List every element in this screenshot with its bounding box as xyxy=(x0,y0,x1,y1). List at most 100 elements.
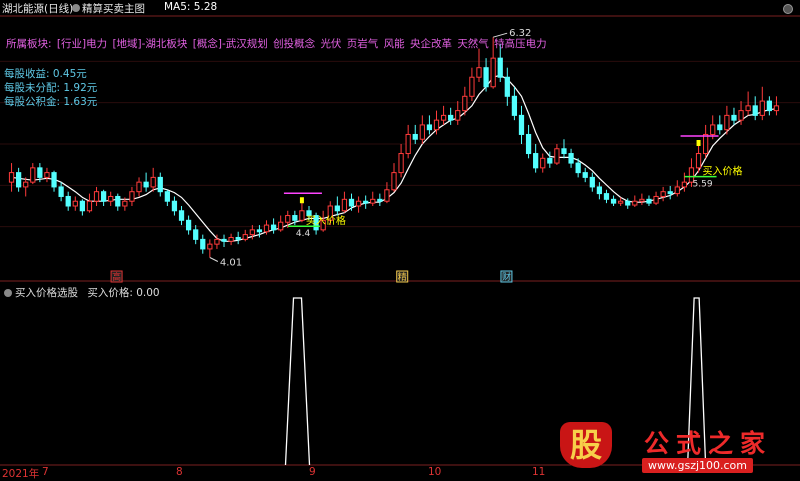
candle-body xyxy=(632,200,638,206)
low-pointer xyxy=(209,257,219,262)
candle-body xyxy=(44,172,50,178)
logo-badge: 股 xyxy=(560,422,612,468)
subpane-title: 买入价格选股 买入价格: 0.00 xyxy=(4,285,160,300)
candle-body xyxy=(65,195,71,207)
candle-body xyxy=(710,124,716,135)
candle-body xyxy=(72,200,78,207)
candle-body xyxy=(8,172,15,183)
candle-body xyxy=(171,200,178,212)
event-marker-label: 精 xyxy=(398,271,407,283)
candle-body xyxy=(136,181,142,193)
candle-body xyxy=(122,200,128,207)
candle-body xyxy=(412,133,418,140)
candle-body xyxy=(738,110,744,121)
candle-body xyxy=(185,219,192,231)
buy-marker xyxy=(299,197,304,204)
candle-body xyxy=(363,200,369,204)
candle-body xyxy=(540,157,546,169)
candle-body xyxy=(703,133,709,155)
candle-body xyxy=(143,181,149,188)
x-axis-month: 11 xyxy=(532,466,546,478)
candle-body xyxy=(270,224,277,231)
candle-body xyxy=(178,210,185,221)
candle-body xyxy=(731,114,737,121)
candle-body xyxy=(547,157,553,164)
candle-body xyxy=(129,191,135,202)
x-axis-month: 9 xyxy=(309,466,316,478)
candle-body xyxy=(405,133,411,155)
candle-body xyxy=(355,200,362,207)
candle-body xyxy=(242,234,248,240)
ma5-line xyxy=(11,74,777,242)
candle-body xyxy=(582,172,588,178)
candle-body xyxy=(108,195,114,202)
indicator-name: 精算买卖主图 xyxy=(82,3,145,15)
logo-name: 公式之家 xyxy=(644,429,773,458)
buy-signal-spike xyxy=(284,297,311,466)
candle-body xyxy=(426,124,433,131)
candle-body xyxy=(193,229,199,240)
candle-body xyxy=(603,193,610,200)
sector-item: 央企改革 xyxy=(409,38,452,50)
candle-body xyxy=(306,210,312,217)
watermark-logo: 股 公式之家 www.gszj100.com xyxy=(560,422,792,474)
candle-body xyxy=(299,210,305,221)
candle-body xyxy=(660,191,666,197)
candle-body xyxy=(30,167,36,183)
candle-body xyxy=(398,153,404,174)
buy-price-label: 买入价格 xyxy=(306,214,346,227)
candle-body xyxy=(625,200,631,206)
settings-icon[interactable] xyxy=(72,4,80,12)
sector-item: 天然气 xyxy=(457,38,489,50)
sector-item: [地域]-湖北板块 xyxy=(112,38,188,50)
reserve-stat: 每股公积金: 1.63元 xyxy=(4,96,98,108)
candle-body xyxy=(759,100,765,116)
settings-icon[interactable] xyxy=(4,289,12,297)
candle-body xyxy=(504,76,510,97)
candle-body xyxy=(348,198,355,207)
undistributed-stat: 每股未分配: 1.92元 xyxy=(4,82,98,94)
buy-price-value: 买入价格: 0.00 xyxy=(87,287,160,299)
sector-item: 页岩气 xyxy=(346,38,379,50)
candle-body xyxy=(207,243,213,250)
candle-body xyxy=(150,176,156,188)
candle-body xyxy=(51,172,57,188)
subpane-indicator-name: 买入价格选股 xyxy=(15,287,78,299)
event-marker-label: 高 xyxy=(112,271,121,283)
candle-body xyxy=(37,167,43,178)
candle-body xyxy=(263,224,270,233)
candle-body xyxy=(448,114,454,121)
low-label: 4.01 xyxy=(220,258,242,269)
candle-body xyxy=(752,105,758,116)
candle-body xyxy=(511,95,518,116)
candle-body xyxy=(533,153,539,169)
candle-body xyxy=(455,110,461,121)
candle-body xyxy=(681,181,688,188)
candle-body xyxy=(745,105,751,112)
candle-body xyxy=(518,114,525,135)
candle-body xyxy=(575,162,581,174)
ma5-line xyxy=(11,74,777,242)
candle-body xyxy=(86,200,93,212)
candle-body xyxy=(618,200,624,204)
candle-body xyxy=(596,186,603,195)
candle-body xyxy=(256,229,263,233)
candle-body xyxy=(79,200,85,212)
logo-url: www.gszj100.com xyxy=(642,458,754,473)
candle-body xyxy=(462,95,468,112)
candle-body xyxy=(228,236,234,242)
candle-body xyxy=(93,191,100,202)
signal-overlays: 6.324.01买入价格4.4买入价格5.59高精财 xyxy=(110,28,743,283)
candle-body xyxy=(469,76,475,97)
close-icon[interactable] xyxy=(783,4,793,14)
ma5-label: MA5: 5.28 xyxy=(164,1,218,13)
buy-marker xyxy=(696,140,701,146)
buy-price-value: 4.4 xyxy=(296,229,311,239)
candle-body xyxy=(476,67,482,78)
sector-item: [行业]电力 xyxy=(56,38,108,50)
sector-list: 所属板块: [行业]电力 [地域]-湖北板块 [概念]-武汉规划 创投概念 光伏… xyxy=(6,36,549,51)
sector-item: 光伏 xyxy=(320,38,342,50)
candle-body xyxy=(15,172,22,188)
candle-body xyxy=(157,176,163,193)
candle-body xyxy=(278,221,284,231)
